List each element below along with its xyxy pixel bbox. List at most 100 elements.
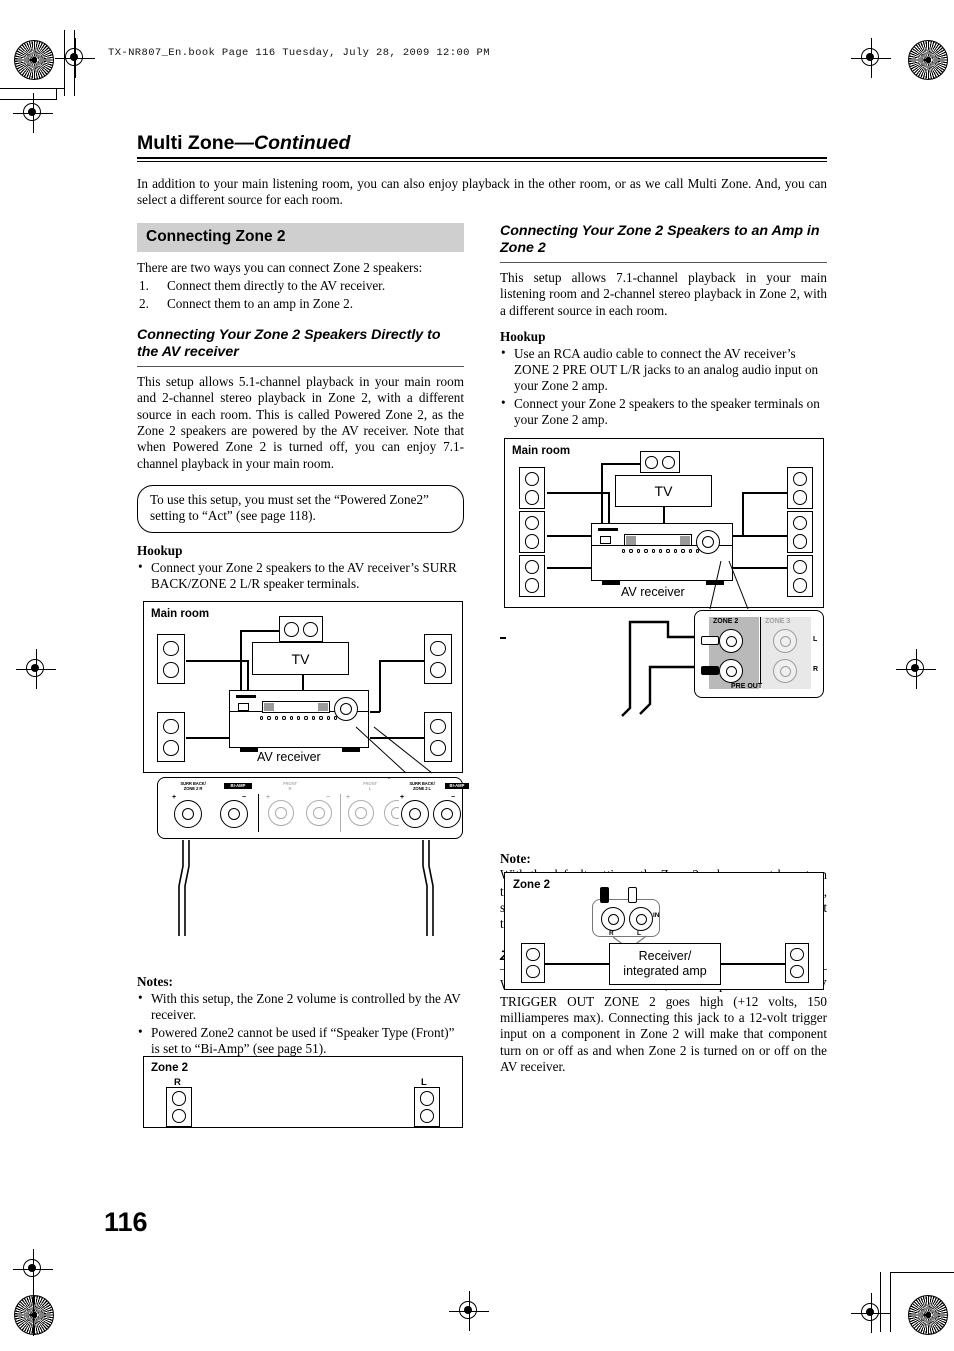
right-subheading: Connecting Your Zone 2 Speakers to an Am… xyxy=(500,222,820,257)
crosshair-registration-top-left xyxy=(13,93,53,133)
speaker-surround-back-left xyxy=(519,555,545,598)
two-column-layout: Connecting Zone 2 There are two ways you… xyxy=(137,222,827,1183)
speaker-center xyxy=(279,616,323,643)
left-notes-heading: Notes: xyxy=(137,974,173,990)
list-text: Connect them to an amp in Zone 2. xyxy=(167,295,354,311)
page-title: Multi Zone—Continued xyxy=(137,132,827,154)
terminal-label-front-r: FRONT R xyxy=(283,781,297,791)
terminal-label-bi-amp: BI-AMP xyxy=(224,783,252,790)
crosshair-registration-mid-left xyxy=(16,649,56,689)
list-item: With this setup, the Zone 2 volume is co… xyxy=(137,990,464,1024)
right-column: Connecting Your Zone 2 Speakers to an Am… xyxy=(500,223,827,1075)
speaker-front-right xyxy=(424,634,452,685)
page-title-continued: —Continued xyxy=(234,132,351,154)
left-subheading: Connecting Your Zone 2 Speakers Directly… xyxy=(137,326,441,361)
left-hookup-list: Connect your Zone 2 speakers to the AV r… xyxy=(137,559,464,593)
speaker-wire xyxy=(370,737,426,739)
volume-knob xyxy=(696,530,720,555)
speaker-wire xyxy=(742,492,744,538)
amp-label-line-2: integrated amp xyxy=(623,964,707,979)
crop-mark xyxy=(890,1272,891,1332)
zone2-speaker-left xyxy=(521,943,545,984)
terminal-post xyxy=(401,800,429,829)
crop-mark xyxy=(0,88,64,89)
receiver-small-button xyxy=(600,536,611,545)
crop-mark xyxy=(880,1272,881,1332)
callout-box-powered-zone2: To use this setup, you must set the “Pow… xyxy=(137,484,467,536)
speaker-wire xyxy=(240,630,242,695)
speaker-front-left xyxy=(519,467,545,510)
list-item: Use an RCA audio cable to connect the AV… xyxy=(500,345,827,395)
list-item: Connect your Zone 2 speakers to the spea… xyxy=(500,395,827,429)
right-note-heading: Note: xyxy=(500,851,531,867)
page-number: 116 xyxy=(104,1207,148,1237)
intro-paragraph: In addition to your main listening room,… xyxy=(137,176,827,208)
list-item: 2. Connect them to an amp in Zone 2. xyxy=(137,296,464,312)
terminal-post xyxy=(306,800,332,827)
speaker-wire xyxy=(240,630,280,632)
diagram-label-zone-2: Zone 2 xyxy=(513,879,551,892)
speaker-wire xyxy=(547,535,592,538)
speaker-wire xyxy=(379,660,381,713)
crop-mark xyxy=(56,88,57,100)
section-banner-connecting-zone-2: Connecting Zone 2 xyxy=(137,222,464,252)
list-item: Powered Zone2 cannot be used if “Speaker… xyxy=(137,1024,464,1058)
receiver-display xyxy=(262,701,330,714)
amp-jack-label-left: L xyxy=(637,930,641,938)
rca-plug-red xyxy=(701,666,719,676)
speaker-surround-left xyxy=(519,511,545,554)
crop-mark xyxy=(74,30,75,96)
preout-label-left: L xyxy=(813,636,818,644)
speaker-surround-right xyxy=(424,712,452,763)
tv-display: TV xyxy=(615,475,712,508)
left-lead-text: There are two ways you can connect Zone … xyxy=(137,259,423,275)
amp-input-jack-right xyxy=(601,907,625,932)
speaker-terminal-panel-right-group: SURR BACK/ZONE 2 L BI-AMP + − xyxy=(399,777,469,840)
diagram-zone-2-left: Zone 2 R L xyxy=(143,1056,463,1129)
halftone-registration-circle-bottom-left xyxy=(14,1295,54,1335)
terminal-post xyxy=(220,800,248,829)
speaker-front-right xyxy=(787,467,813,510)
speaker-surround-right xyxy=(787,511,813,554)
page-title-main: Multi Zone xyxy=(137,132,235,154)
rca-plug-red-amp xyxy=(600,887,609,904)
diagram-main-room-right: Main room TV AV receiver xyxy=(504,438,824,610)
crosshair-registration-top-right xyxy=(851,38,891,78)
speaker-center xyxy=(640,451,680,474)
receiver-small-button xyxy=(238,703,249,712)
preout-caption: PRE OUT xyxy=(731,683,763,691)
list-text: Connect them directly to the AV receiver… xyxy=(167,278,386,294)
right-hookup-heading: Hookup xyxy=(500,328,546,344)
diagram-label-main-room: Main room xyxy=(512,445,571,458)
receiver-foot xyxy=(240,747,258,753)
crosshair-registration-top-inner-left xyxy=(55,38,95,78)
right-diagram-group: Main room TV AV receiver ZONE 2 ZONE 3 P… xyxy=(500,438,827,991)
speaker-wire xyxy=(379,660,426,662)
crop-mark xyxy=(0,99,56,100)
terminal-group-divider xyxy=(340,794,341,833)
print-file-header: TX-NR807_En.book Page 116 Tuesday, July … xyxy=(108,47,490,59)
terminal-label-surr-back-zone2-l: SURR BACK/ZONE 2 L xyxy=(409,781,435,791)
crop-mark xyxy=(64,30,65,96)
page-content: Multi Zone—Continued In addition to your… xyxy=(137,132,827,1183)
zone2-speaker-wire-right xyxy=(721,963,785,966)
receiver-brand-logo xyxy=(236,695,256,699)
terminal-post xyxy=(348,800,374,827)
subheading-divider xyxy=(137,365,464,367)
speaker-front-left xyxy=(157,634,185,685)
title-divider xyxy=(137,157,827,162)
list-number: 1. xyxy=(139,278,149,294)
left-hookup-heading: Hookup xyxy=(137,542,183,558)
receiver-display xyxy=(624,534,692,547)
preout-label-zone-2: ZONE 2 xyxy=(713,618,739,626)
zone2-speaker-right xyxy=(785,943,809,984)
speaker-surround-left xyxy=(157,712,185,763)
terminal-post xyxy=(174,800,202,829)
preout-group-divider xyxy=(760,617,761,684)
receiver-foot xyxy=(342,747,360,753)
crop-mark xyxy=(33,1270,34,1336)
receiver-button-row xyxy=(622,549,700,553)
list-item: 1. Connect them directly to the AV receiv… xyxy=(137,278,464,294)
terminal-label-bi-amp: BI-AMP xyxy=(445,783,469,790)
speaker-wire xyxy=(733,535,787,538)
